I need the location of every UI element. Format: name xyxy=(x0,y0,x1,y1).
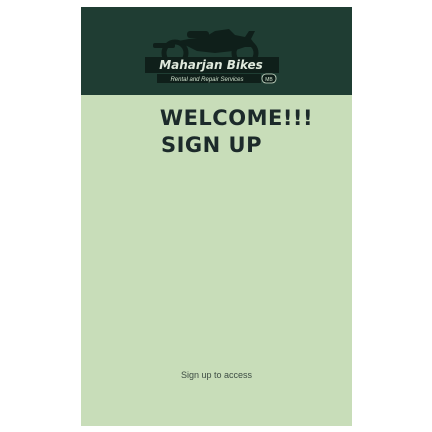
welcome-heading: WELCOME!!! xyxy=(159,106,314,130)
brand-tagline: Rental and Repair Services xyxy=(170,77,243,83)
signup-hint-text: Sign up to access xyxy=(180,370,253,380)
signup-heading: SIGN UP xyxy=(160,133,262,157)
brand-name: Maharjan Bikes xyxy=(159,58,263,72)
brand-badge: MB xyxy=(265,77,273,83)
app-header: Maharjan Bikes Rental and Repair Service… xyxy=(81,7,352,95)
app-screen: Maharjan Bikes Rental and Repair Service… xyxy=(81,7,352,426)
brand-logo: Maharjan Bikes Rental and Repair Service… xyxy=(145,17,279,87)
